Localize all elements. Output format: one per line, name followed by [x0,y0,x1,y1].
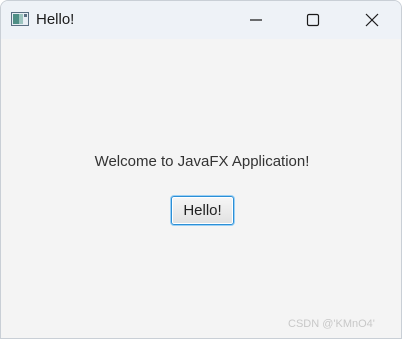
minimize-button[interactable] [233,1,279,39]
maximize-button[interactable] [290,1,336,39]
hello-button[interactable]: Hello! [171,196,234,225]
maximize-icon [306,13,320,27]
welcome-label: Welcome to JavaFX Application! [94,153,310,170]
app-window: Hello! Welcome to JavaFX Application! He… [0,0,402,339]
close-button[interactable] [349,1,395,39]
title-bar[interactable]: Hello! [1,1,401,39]
close-icon [365,13,379,27]
watermark: CSDN @'KMnO4' [288,318,375,330]
content-area: Welcome to JavaFX Application! Hello! [1,39,401,338]
app-icon [11,12,29,26]
window-title: Hello! [36,11,75,28]
minimize-icon [250,19,262,21]
